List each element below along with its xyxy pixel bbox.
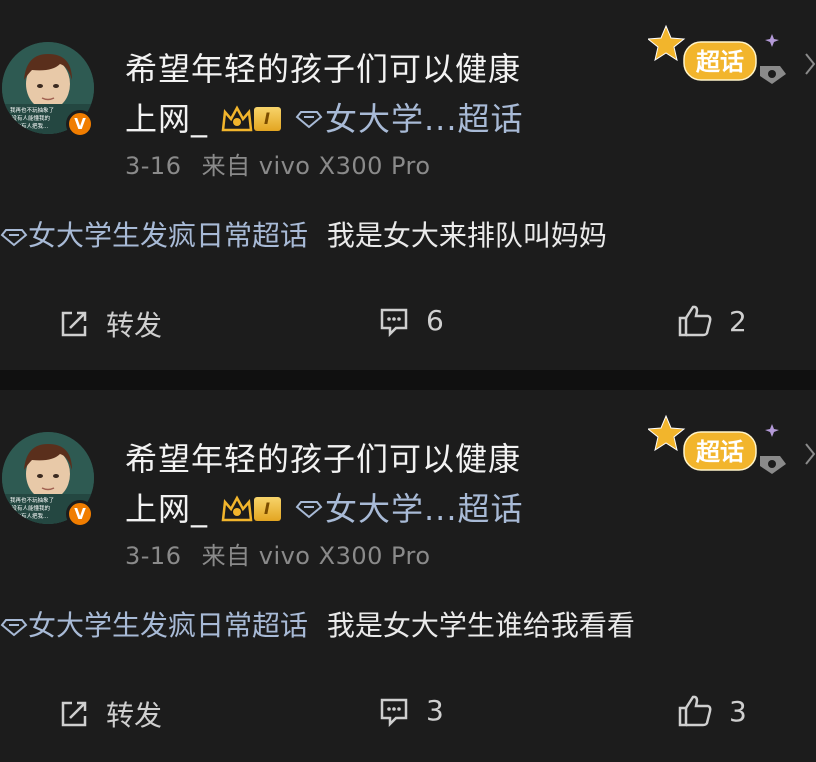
post-content[interactable]: 女大学生发疯日常超话 我是女大来排队叫妈妈 — [0, 214, 810, 254]
topic-link[interactable]: 女大学生发疯日常超话 — [0, 219, 317, 252]
supertopic-badge[interactable]: 超话 — [646, 22, 798, 92]
post-card[interactable]: 我再也不玩抽象了 一没有人能懂我的 我的有人把我... V 希望年轻的孩子们可以… — [0, 390, 816, 762]
author-name-line2[interactable]: 上网_ — [125, 94, 208, 144]
share-label: 转发 — [106, 699, 163, 732]
diamond-icon — [0, 619, 28, 637]
fan-level-badge[interactable]: I — [220, 104, 281, 134]
post-date: 3-16 — [125, 152, 182, 180]
author-name-line2[interactable]: 上网_ — [125, 484, 208, 534]
post-device: 来自 vivo X300 Pro — [201, 152, 431, 180]
svg-text:我再也不玩抽象了: 我再也不玩抽象了 — [10, 496, 54, 504]
crown-icon — [221, 495, 253, 522]
post-text: 我是女大来排队叫妈妈 — [326, 219, 607, 252]
super-topic-link[interactable]: 女大学...超话 — [295, 484, 524, 534]
topic-label[interactable]: 女大学生发疯日常超话 — [28, 219, 308, 252]
level-label: I — [254, 107, 281, 131]
svg-text:一没有人能懂我的: 一没有人能懂我的 — [6, 114, 51, 122]
post-meta: 3-16 来自 vivo X300 Pro — [125, 536, 431, 571]
like-button[interactable]: 2 — [677, 304, 747, 338]
like-icon — [678, 305, 712, 337]
comment-count: 3 — [426, 694, 444, 727]
author-name-line1[interactable]: 希望年轻的孩子们可以健康 — [125, 44, 565, 94]
share-label: 转发 — [106, 309, 163, 342]
like-button[interactable]: 3 — [677, 694, 747, 728]
chevron-right-icon[interactable] — [804, 52, 816, 76]
svg-text:我再也不玩抽象了: 我再也不玩抽象了 — [10, 106, 54, 114]
comment-icon — [380, 698, 408, 727]
comment-count: 6 — [426, 304, 444, 337]
svg-text:我的有人把我...: 我的有人把我... — [10, 122, 48, 130]
action-bar: 转发 3 3 — [0, 694, 816, 744]
supertopic-badge-label: 超话 — [696, 48, 744, 76]
level-label: I — [254, 497, 281, 521]
author-name[interactable]: 希望年轻的孩子们可以健康 上网_ I 女大学...超话 — [125, 434, 565, 534]
svg-text:一没有人能懂我的: 一没有人能懂我的 — [6, 504, 51, 512]
post-card[interactable]: 我再也不玩抽象了 一没有人能懂我的 我的有人把我... V 希望年轻的孩子们可以… — [0, 0, 816, 370]
post-content[interactable]: 女大学生发疯日常超话 我是女大学生谁给我看看 — [0, 604, 810, 644]
diamond-icon — [295, 111, 323, 129]
action-bar: 转发 6 2 — [0, 304, 816, 354]
share-icon — [61, 311, 87, 337]
post-meta: 3-16 来自 vivo X300 Pro — [125, 146, 431, 181]
post-device: 来自 vivo X300 Pro — [201, 542, 431, 570]
comment-icon — [380, 308, 408, 337]
svg-text:我的有人把我...: 我的有人把我... — [10, 512, 48, 520]
fan-level-badge[interactable]: I — [220, 494, 281, 524]
super-topic-label[interactable]: 女大学...超话 — [325, 94, 524, 144]
share-button[interactable]: 转发 — [58, 304, 162, 344]
like-count: 2 — [729, 304, 747, 338]
share-button[interactable]: 转发 — [58, 694, 162, 734]
supertopic-badge-label: 超话 — [696, 438, 744, 466]
topic-label[interactable]: 女大学生发疯日常超话 — [28, 609, 308, 642]
like-count: 3 — [729, 694, 747, 728]
author-name-line1[interactable]: 希望年轻的孩子们可以健康 — [125, 434, 565, 484]
post-text: 我是女大学生谁给我看看 — [326, 609, 635, 642]
comment-button[interactable]: 6 — [378, 304, 444, 337]
star-icon — [646, 24, 686, 62]
like-icon — [678, 695, 712, 727]
crown-icon — [221, 105, 253, 132]
author-name[interactable]: 希望年轻的孩子们可以健康 上网_ I 女大学...超话 — [125, 44, 565, 144]
supertopic-badge[interactable]: 超话 — [646, 412, 798, 482]
chevron-right-icon[interactable] — [804, 442, 816, 466]
super-topic-label[interactable]: 女大学...超话 — [325, 484, 524, 534]
comment-button[interactable]: 3 — [378, 694, 444, 727]
verified-badge: V — [66, 110, 94, 138]
super-topic-link[interactable]: 女大学...超话 — [295, 94, 524, 144]
share-icon — [61, 701, 87, 727]
post-date: 3-16 — [125, 542, 182, 570]
diamond-icon — [0, 229, 28, 247]
diamond-icon — [295, 501, 323, 519]
star-icon — [646, 414, 686, 452]
verified-badge: V — [66, 500, 94, 528]
topic-link[interactable]: 女大学生发疯日常超话 — [0, 609, 317, 642]
